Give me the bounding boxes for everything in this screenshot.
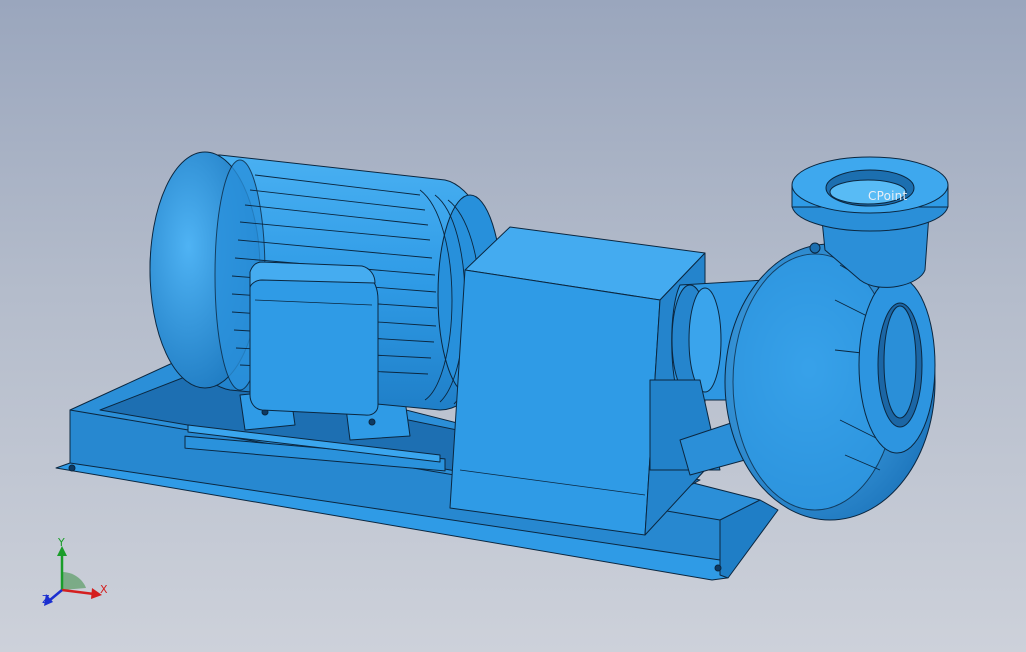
z-axis-label: Z [42, 593, 50, 606]
x-axis-label: X [100, 583, 108, 596]
3d-viewport[interactable]: CPoint Y X Z [0, 0, 1026, 652]
terminal-box[interactable] [249, 261, 379, 416]
pump-assembly-model[interactable] [0, 0, 1026, 652]
x-axis-arrow [61, 588, 102, 599]
triad-plane [62, 572, 86, 590]
y-axis-label: Y [58, 536, 65, 549]
cpoint-label[interactable]: CPoint [868, 189, 907, 203]
